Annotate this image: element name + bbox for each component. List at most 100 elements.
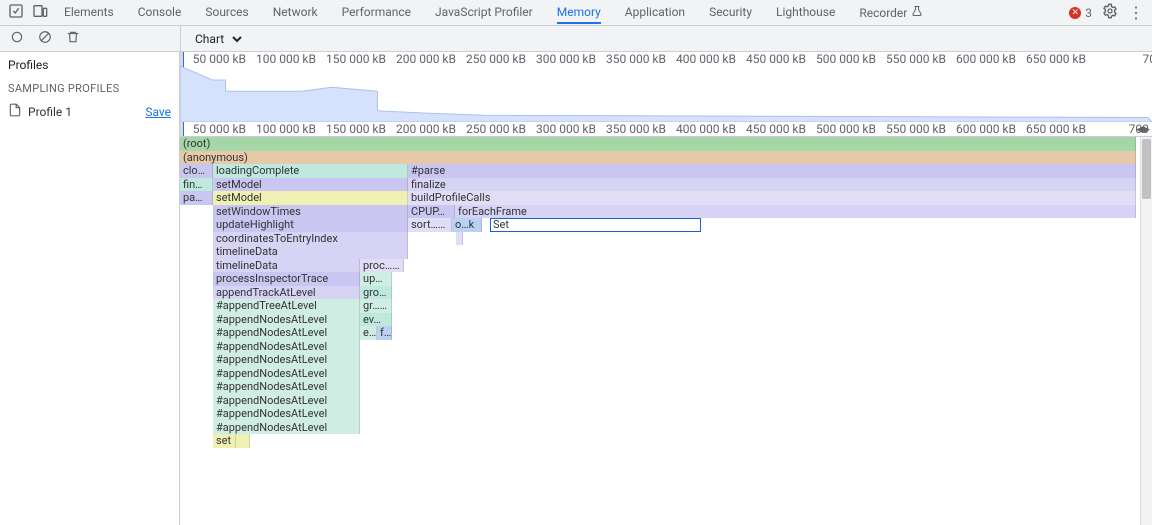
flame-chart[interactable]: (root)(anonymous)closeloadingComplete#pa… bbox=[180, 137, 1140, 448]
flame-row: timelineData bbox=[180, 245, 1140, 259]
flame-bar[interactable]: f…r bbox=[377, 326, 392, 340]
flame-bar[interactable]: #appendNodesAtLevel bbox=[213, 380, 360, 394]
profile-item[interactable]: Profile 1Save bbox=[0, 99, 179, 124]
ruler-tick: 350 000 kB bbox=[600, 52, 670, 66]
tab-sources[interactable]: Sources bbox=[205, 1, 248, 24]
flame-bar[interactable] bbox=[236, 434, 250, 448]
ruler-tick: 350 000 kB bbox=[600, 122, 670, 136]
tab-security[interactable]: Security bbox=[709, 1, 752, 24]
flame-bar[interactable]: #appendTreeAtLevel bbox=[213, 299, 360, 313]
gear-icon[interactable] bbox=[1102, 3, 1118, 22]
flame-bar[interactable]: #appendNodesAtLevel bbox=[213, 407, 360, 421]
view-mode-select[interactable]: Chart bbox=[187, 29, 245, 49]
flame-bar[interactable]: #appendNodesAtLevel bbox=[213, 326, 360, 340]
flame-bar[interactable]: up…up bbox=[360, 272, 392, 286]
ruler-tick: 300 000 kB bbox=[530, 52, 600, 66]
flame-bar[interactable]: forEachFrame bbox=[455, 205, 1136, 219]
flame-bar[interactable]: setWindowTimes bbox=[213, 205, 408, 219]
flame-row: fin…cesetModelfinalize bbox=[180, 178, 1140, 192]
flame-bar[interactable]: #appendNodesAtLevel bbox=[213, 340, 360, 354]
flame-bar[interactable]: timelineData bbox=[213, 259, 360, 273]
flame-row: closeloadingComplete#parse bbox=[180, 164, 1140, 178]
ruler-tick: 250 000 kB bbox=[460, 122, 530, 136]
ruler-tick: 150 000 kB bbox=[320, 52, 390, 66]
kebab-menu-icon[interactable]: ⋮ bbox=[1128, 5, 1144, 21]
flame-row: #appendNodesAtLevel bbox=[180, 380, 1140, 394]
sidebar-group: SAMPLING PROFILES bbox=[0, 78, 179, 99]
flame-bar[interactable]: CPUP…del bbox=[408, 205, 455, 219]
flame-bar[interactable]: timelineData bbox=[213, 245, 408, 259]
ruler-tick: 100 000 kB bbox=[250, 52, 320, 66]
tab-application[interactable]: Application bbox=[625, 1, 685, 24]
overview-ruler[interactable]: 50 000 kB100 000 kB150 000 kB200 000 kB2… bbox=[180, 52, 1152, 137]
flame-row: #appendNodesAtLevel bbox=[180, 421, 1140, 435]
flame-bar[interactable]: gro…ts bbox=[360, 286, 392, 300]
flame-bar[interactable]: #appendNodesAtLevel bbox=[213, 367, 360, 381]
tab-console[interactable]: Console bbox=[138, 1, 182, 24]
devtools-tabbar: Elements Console Sources Network Performance… bbox=[0, 0, 1152, 26]
tab-performance[interactable]: Performance bbox=[342, 1, 411, 24]
flame-bar[interactable]: buildProfileCalls bbox=[408, 191, 1136, 205]
ruler-tick: 600 000 kB bbox=[950, 52, 1020, 66]
tab-memory[interactable]: Memory bbox=[557, 1, 601, 24]
flame-row: (root) bbox=[180, 137, 1140, 151]
flame-bar[interactable]: gr…ew bbox=[360, 299, 392, 313]
flame-bar[interactable]: close bbox=[180, 164, 213, 178]
vertical-scrollbar[interactable] bbox=[1140, 137, 1152, 525]
flame-bar[interactable]: Set bbox=[490, 218, 701, 232]
flame-bar[interactable]: #appendNodesAtLevel bbox=[213, 421, 360, 435]
trash-icon[interactable] bbox=[66, 30, 80, 47]
flame-bar[interactable]: e… bbox=[360, 326, 377, 340]
ruler-tick: 450 000 kB bbox=[740, 52, 810, 66]
record-icon[interactable] bbox=[10, 30, 24, 47]
flame-bar[interactable]: fin…ce bbox=[180, 178, 213, 192]
ruler-tick: 50 000 kB bbox=[180, 122, 250, 136]
flame-bar[interactable]: (root) bbox=[180, 137, 1136, 151]
flame-bar[interactable]: setModel bbox=[213, 178, 408, 192]
flame-row: processInspectorTraceup…up bbox=[180, 272, 1140, 286]
flame-bar[interactable]: updateHighlight bbox=[213, 218, 408, 232]
flame-bar[interactable]: #appendNodesAtLevel bbox=[213, 353, 360, 367]
flame-bar[interactable] bbox=[456, 232, 463, 246]
flame-bar[interactable]: finalize bbox=[408, 178, 1136, 192]
flame-bar[interactable]: o…k bbox=[452, 218, 482, 232]
flame-bar[interactable]: setModel bbox=[213, 191, 408, 205]
error-dot-icon: ✕ bbox=[1069, 7, 1081, 19]
flame-bar[interactable]: coordinatesToEntryIndex bbox=[213, 232, 408, 246]
clear-icon[interactable] bbox=[38, 30, 52, 47]
profile-save-link[interactable]: Save bbox=[145, 105, 171, 119]
ruler-tick: 250 000 kB bbox=[460, 52, 530, 66]
overview-scroll-arrow[interactable]: ◀▶ bbox=[1136, 125, 1150, 135]
flame-bar[interactable]: #appendNodesAtLevel bbox=[213, 313, 360, 327]
ruler-tick: 650 000 kB bbox=[1020, 52, 1090, 66]
flame-bar[interactable]: pa…at bbox=[180, 191, 213, 205]
error-count: 3 bbox=[1085, 6, 1092, 20]
flame-row: setWindowTimesCPUP…delforEachFrame bbox=[180, 205, 1140, 219]
flame-bar[interactable]: sort…ples bbox=[408, 218, 452, 232]
tab-recorder[interactable]: Recorder bbox=[859, 1, 923, 24]
flame-bar[interactable]: processInspectorTrace bbox=[213, 272, 360, 286]
tab-elements[interactable]: Elements bbox=[64, 1, 114, 24]
tab-lighthouse[interactable]: Lighthouse bbox=[776, 1, 835, 24]
overview-graph[interactable] bbox=[180, 66, 1152, 122]
flame-row: timelineDataproc…ata bbox=[180, 259, 1140, 273]
flame-bar[interactable]: (anonymous) bbox=[180, 151, 1136, 165]
flame-bar[interactable]: set bbox=[213, 434, 236, 448]
profile-file-icon bbox=[8, 103, 22, 120]
tab-network[interactable]: Network bbox=[273, 1, 318, 24]
memory-toolbar: Chart bbox=[0, 26, 1152, 52]
flame-bar[interactable]: proc…ata bbox=[360, 259, 404, 273]
flame-bar[interactable]: ev…ew bbox=[360, 313, 392, 327]
flame-bar[interactable]: loadingComplete bbox=[213, 164, 408, 178]
inspect-icon[interactable] bbox=[8, 3, 24, 22]
scrollbar-thumb[interactable] bbox=[1142, 139, 1151, 199]
device-toggle-icon[interactable] bbox=[32, 3, 48, 22]
flame-bar[interactable]: #parse bbox=[408, 164, 1136, 178]
flame-bar[interactable]: #appendNodesAtLevel bbox=[213, 394, 360, 408]
error-badge[interactable]: ✕ 3 bbox=[1069, 6, 1092, 20]
ruler-tick: 300 000 kB bbox=[530, 122, 600, 136]
flame-row: (anonymous) bbox=[180, 151, 1140, 165]
flame-bar[interactable]: appendTrackAtLevel bbox=[213, 286, 360, 300]
flame-row: #appendNodesAtLevel bbox=[180, 407, 1140, 421]
tab-javascript-profiler[interactable]: JavaScript Profiler bbox=[435, 1, 533, 24]
